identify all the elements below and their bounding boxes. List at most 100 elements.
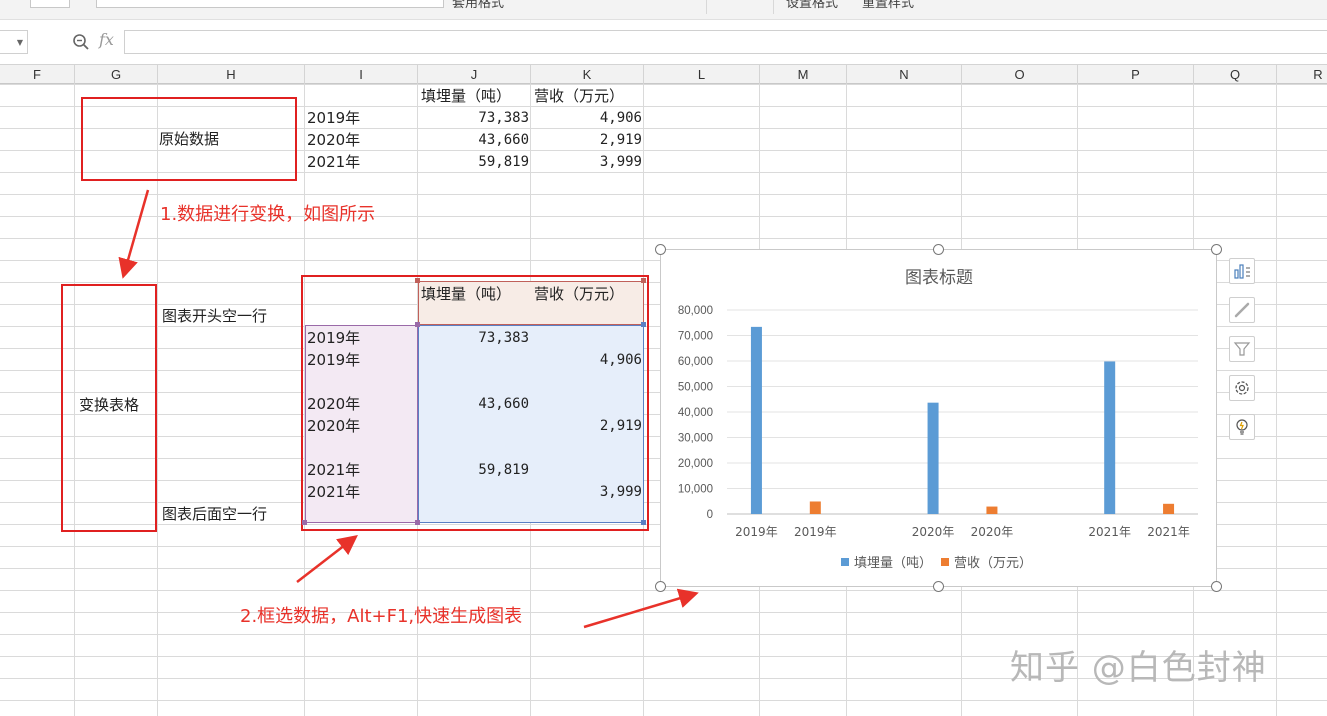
- orig-landfill-value: 59,819: [478, 154, 529, 170]
- transformed-table-label: 变换表格: [78, 396, 139, 414]
- ribbon-separator: [773, 0, 774, 14]
- name-box[interactable]: ▼: [0, 30, 28, 54]
- ribbon-item-set-format[interactable]: 设置格式: [786, 0, 838, 11]
- selection-handle[interactable]: [641, 322, 646, 327]
- bar-revenue[interactable]: [986, 506, 998, 514]
- legend-label: 填埋量（吨）: [854, 556, 932, 571]
- bar-revenue[interactable]: [809, 501, 821, 514]
- formula-input[interactable]: [124, 30, 1327, 54]
- column-header-m[interactable]: M: [760, 65, 847, 84]
- legend-label: 营收（万元）: [954, 556, 1032, 571]
- note-bottom: 图表后面空一行: [162, 505, 268, 523]
- orig-landfill-value: 73,383: [478, 110, 529, 126]
- column-header-f[interactable]: F: [0, 65, 75, 84]
- orig-header-landfill: 填埋量（吨）: [421, 87, 512, 105]
- bar-landfill[interactable]: [927, 402, 939, 514]
- spreadsheet-window: 套用格式 设置格式 重置样式 ▼ fx F G H I J K L M N O …: [0, 0, 1327, 716]
- chart-filter-button[interactable]: [1229, 336, 1255, 362]
- chart-y-tick-label: 70,000: [678, 331, 713, 343]
- chart-x-axis: 2019年 2019年 2020年 2020年 2021年 2021年: [735, 525, 1190, 539]
- chart-y-tick-label: 50,000: [678, 382, 713, 394]
- column-header-p[interactable]: P: [1078, 65, 1194, 84]
- selection-handle[interactable]: [641, 278, 646, 283]
- ribbon-item-format[interactable]: 套用格式: [452, 0, 504, 11]
- column-header-n[interactable]: N: [847, 65, 962, 84]
- resize-handle[interactable]: [933, 244, 944, 255]
- column-headers: F G H I J K L M N O P Q R: [0, 64, 1327, 84]
- ribbon-field[interactable]: [30, 0, 70, 8]
- bar-landfill[interactable]: [1104, 361, 1116, 514]
- ribbon-style-gallery[interactable]: [96, 0, 444, 8]
- chart-object[interactable]: 图表标题 0 10,000 20,000 30,000 40,000 50,000 60,0…: [660, 249, 1217, 587]
- legend-swatch: [941, 558, 949, 566]
- column-header-j[interactable]: J: [418, 65, 531, 84]
- chart-y-tick-label: 60,000: [678, 356, 713, 368]
- resize-handle[interactable]: [655, 244, 666, 255]
- chart-y-tick-label: 10,000: [678, 484, 713, 496]
- legend-swatch: [841, 558, 849, 566]
- selection-handle[interactable]: [415, 520, 420, 525]
- note-top: 图表开头空一行: [162, 307, 268, 325]
- column-header-k[interactable]: K: [531, 65, 644, 84]
- orig-year: 2019年: [307, 109, 361, 127]
- chart-gridlines: [727, 309, 1198, 515]
- resize-handle[interactable]: [1211, 244, 1222, 255]
- ribbon-toolbar: 套用格式 设置格式 重置样式: [0, 0, 1327, 20]
- resize-handle[interactable]: [1211, 581, 1222, 592]
- orig-year: 2021年: [307, 153, 361, 171]
- column-header-q[interactable]: Q: [1194, 65, 1277, 84]
- chart-y-tick-label: 0: [707, 509, 713, 521]
- column-header-l[interactable]: L: [644, 65, 760, 84]
- chart-x-tick-label: 2019年: [735, 525, 778, 539]
- bar-landfill[interactable]: [750, 326, 762, 514]
- chart-style-button[interactable]: [1229, 297, 1255, 323]
- annotation-step2: 2.框选数据，Alt+F1,快速生成图表: [240, 606, 523, 627]
- selection-handle[interactable]: [302, 520, 307, 525]
- orig-revenue-value: 3,999: [599, 154, 642, 170]
- resize-handle[interactable]: [933, 581, 944, 592]
- bar-chart[interactable]: 图表标题 0 10,000 20,000 30,000 40,000 50,000 60,0…: [661, 250, 1218, 588]
- chart-settings-button[interactable]: [1229, 375, 1255, 401]
- orig-landfill-value: 43,660: [478, 132, 529, 148]
- chart-idea-button[interactable]: [1229, 414, 1255, 440]
- ribbon-item-reset-style[interactable]: 重置样式: [862, 0, 914, 11]
- formula-bar: ▼ fx: [0, 27, 1327, 57]
- chart-x-tick-label: 2021年: [1147, 525, 1190, 539]
- chart-elements-button[interactable]: [1229, 258, 1255, 284]
- idea-bulb-icon: [1236, 419, 1248, 435]
- chart-y-axis: 0 10,000 20,000 30,000 40,000 50,000 60,000 70,…: [678, 305, 713, 521]
- chart-x-tick-label: 2019年: [794, 525, 837, 539]
- chart-legend[interactable]: 填埋量（吨） 营收（万元）: [841, 556, 1032, 571]
- ribbon-separator: [706, 0, 707, 14]
- selection-handle[interactable]: [641, 520, 646, 525]
- column-header-o[interactable]: O: [962, 65, 1078, 84]
- bar-revenue[interactable]: [1163, 503, 1175, 514]
- chart-bars[interactable]: [750, 326, 1175, 514]
- orig-year: 2020年: [307, 131, 361, 149]
- chart-y-tick-label: 30,000: [678, 433, 713, 445]
- chart-title[interactable]: 图表标题: [905, 268, 973, 288]
- orig-revenue-value: 4,906: [599, 110, 642, 126]
- chart-filter-icon: [1233, 342, 1251, 356]
- resize-handle[interactable]: [655, 581, 666, 592]
- column-header-i[interactable]: I: [305, 65, 418, 84]
- annotation-step1: 1.数据进行变换，如图所示: [160, 204, 376, 225]
- column-header-g[interactable]: G: [75, 65, 158, 84]
- column-header-h[interactable]: H: [158, 65, 305, 84]
- transformed-data-box: [301, 275, 649, 531]
- chart-x-tick-label: 2020年: [971, 525, 1014, 539]
- column-header-r[interactable]: R: [1277, 65, 1327, 84]
- settings-icon: [1235, 381, 1249, 395]
- chevron-down-icon[interactable]: ▼: [17, 38, 23, 47]
- fx-icon[interactable]: fx: [99, 30, 114, 49]
- chart-y-tick-label: 40,000: [678, 407, 713, 419]
- chart-elements-icon: [1234, 264, 1250, 279]
- selection-handle[interactable]: [415, 278, 420, 283]
- zoom-icon[interactable]: [72, 33, 90, 51]
- chart-x-tick-label: 2020年: [912, 525, 955, 539]
- chart-y-tick-label: 80,000: [678, 305, 713, 317]
- chart-y-tick-label: 20,000: [678, 458, 713, 470]
- orig-header-revenue: 营收（万元）: [534, 87, 625, 105]
- selection-handle[interactable]: [415, 322, 420, 327]
- watermark: 知乎 @白色封神: [1010, 648, 1267, 688]
